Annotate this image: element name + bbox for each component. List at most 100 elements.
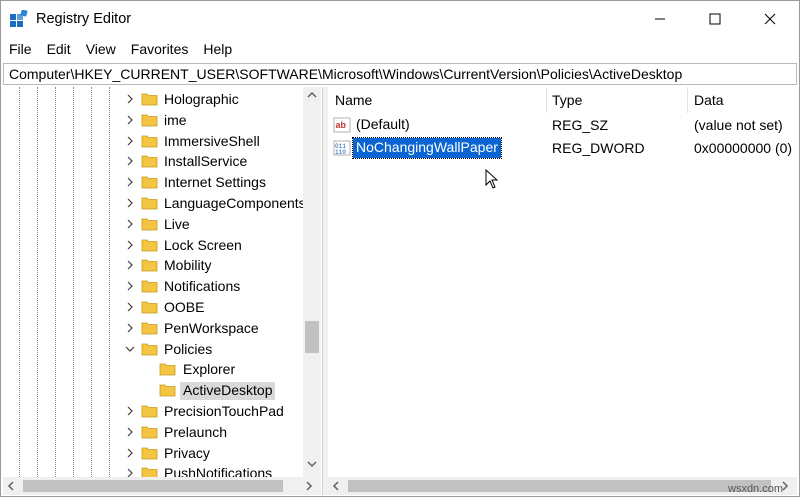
chevron-right-icon[interactable] — [124, 113, 136, 127]
folder-icon — [141, 93, 158, 106]
tree-vertical-scrollbar[interactable] — [303, 87, 321, 477]
tree-item[interactable]: ActiveDesktop — [3, 380, 303, 401]
chevron-right-icon[interactable] — [124, 279, 136, 293]
chevron-right-icon[interactable] — [124, 425, 136, 439]
address-bar[interactable]: Computer\HKEY_CURRENT_USER\SOFTWARE\Micr… — [3, 63, 797, 85]
tree-item[interactable]: Privacy — [3, 443, 303, 463]
string-value-icon: ab — [333, 117, 351, 133]
scroll-right-arrow-icon[interactable] — [305, 480, 313, 492]
scroll-left-arrow-icon[interactable] — [7, 480, 15, 492]
column-header-name[interactable]: Name — [335, 92, 372, 108]
value-row-selected[interactable]: 011 110 NoChangingWallPaper REG_DWORD 0x… — [328, 137, 797, 159]
tree-item-label: ImmersiveShell — [164, 132, 260, 149]
scroll-up-arrow-icon[interactable] — [307, 91, 317, 99]
tree-scroll-thumb[interactable] — [305, 321, 319, 353]
chevron-right-icon[interactable] — [124, 92, 136, 106]
tree-item-label: Prelaunch — [164, 423, 228, 440]
chevron-right-icon[interactable] — [124, 446, 136, 460]
folder-icon — [141, 405, 158, 418]
tree-item[interactable]: Internet Settings — [3, 172, 303, 192]
folder-icon — [141, 135, 158, 147]
tree-item[interactable]: ImmersiveShell — [3, 131, 303, 151]
tree-item[interactable]: Mobility — [3, 255, 303, 275]
tree-item-label: Notifications — [164, 278, 241, 295]
folder-icon — [141, 218, 158, 231]
value-name: NoChangingWallPaper — [352, 137, 502, 159]
tree-item[interactable]: Lock Screen — [3, 235, 303, 255]
maximize-button[interactable] — [688, 1, 742, 37]
tree-item-label: Live — [164, 215, 190, 232]
values-hscroll-thumb[interactable] — [348, 480, 771, 492]
folder-icon — [141, 155, 158, 168]
tree-item[interactable]: ime — [3, 110, 303, 130]
value-row[interactable]: ab (Default) REG_SZ (value not set) — [328, 114, 797, 136]
folder-icon — [141, 239, 158, 251]
value-data: (value not set) — [694, 117, 783, 133]
tree-item[interactable]: PrecisionTouchPad — [3, 401, 303, 421]
value-type: REG_DWORD — [552, 140, 645, 156]
chevron-right-icon[interactable] — [124, 134, 136, 148]
title-bar: Registry Editor — [1, 1, 799, 37]
open-folder-icon — [159, 384, 176, 397]
folder-icon — [159, 363, 176, 376]
menu-file[interactable]: File — [1, 39, 39, 61]
chevron-down-icon[interactable] — [124, 342, 136, 356]
folder-icon — [141, 426, 158, 439]
chevron-right-icon[interactable] — [124, 175, 136, 189]
minimize-button[interactable] — [633, 1, 687, 37]
folder-icon — [141, 176, 158, 189]
tree-item[interactable]: Policies — [3, 339, 303, 359]
close-button[interactable] — [743, 1, 797, 37]
tree-item-label: InstallService — [164, 153, 248, 170]
chevron-right-icon[interactable] — [124, 258, 136, 272]
tree-item[interactable]: LanguageComponents — [3, 193, 306, 213]
address-path: Computer\HKEY_CURRENT_USER\SOFTWARE\Micr… — [9, 66, 683, 82]
close-icon — [764, 13, 776, 25]
tree-item[interactable]: OOBE — [3, 297, 303, 317]
tree-hscroll-thumb[interactable] — [23, 480, 283, 492]
column-divider[interactable] — [687, 87, 688, 113]
tree-item[interactable]: PenWorkspace — [3, 318, 303, 338]
chevron-right-icon[interactable] — [124, 238, 136, 252]
svg-text:ab: ab — [336, 120, 347, 130]
tree-item-label: OOBE — [164, 299, 205, 315]
tree-item-label: Privacy — [164, 444, 210, 461]
tree-item[interactable]: Explorer — [3, 359, 303, 379]
chevron-right-icon[interactable] — [124, 154, 136, 168]
tree-item[interactable]: Notifications — [3, 276, 303, 296]
column-divider[interactable] — [546, 87, 547, 113]
tree-item-label: Explorer — [183, 361, 236, 378]
chevron-right-icon[interactable] — [124, 217, 136, 231]
menu-view[interactable]: View — [78, 39, 123, 61]
chevron-right-icon[interactable] — [124, 300, 136, 314]
folder-icon — [141, 301, 158, 314]
menu-favorites[interactable]: Favorites — [123, 39, 196, 61]
scroll-left-arrow-icon[interactable] — [332, 480, 340, 492]
tree-item-label: Lock Screen — [164, 236, 242, 253]
dword-value-icon: 011 110 — [333, 140, 351, 156]
tree-item[interactable]: Prelaunch — [3, 422, 303, 442]
tree-item-label: PenWorkspace — [164, 319, 259, 336]
chevron-right-icon[interactable] — [124, 196, 136, 210]
folder-icon — [141, 322, 158, 335]
menu-help[interactable]: Help — [195, 39, 239, 61]
tree-item-label: Internet Settings — [164, 174, 266, 191]
folder-icon — [141, 259, 158, 272]
value-name: (Default) — [356, 116, 410, 132]
scroll-down-arrow-icon[interactable] — [307, 460, 317, 468]
tree-item[interactable]: Live — [3, 214, 303, 234]
values-horizontal-scrollbar[interactable] — [328, 477, 797, 495]
tree-item-label: Policies — [164, 340, 213, 357]
registry-editor-window: Registry Editor File Edit View Favorites… — [0, 0, 800, 497]
tree-horizontal-scrollbar[interactable] — [3, 477, 321, 495]
column-header-type[interactable]: Type — [552, 92, 582, 108]
chevron-right-icon[interactable] — [124, 404, 136, 418]
folder-icon — [141, 114, 158, 127]
tree-item-label: ime — [164, 111, 187, 128]
menu-edit[interactable]: Edit — [39, 39, 78, 61]
tree-item[interactable]: InstallService — [3, 151, 303, 171]
tree-item[interactable]: Holographic — [3, 89, 303, 109]
svg-text:110: 110 — [335, 149, 346, 156]
chevron-right-icon[interactable] — [124, 321, 136, 335]
column-header-data[interactable]: Data — [694, 92, 724, 108]
